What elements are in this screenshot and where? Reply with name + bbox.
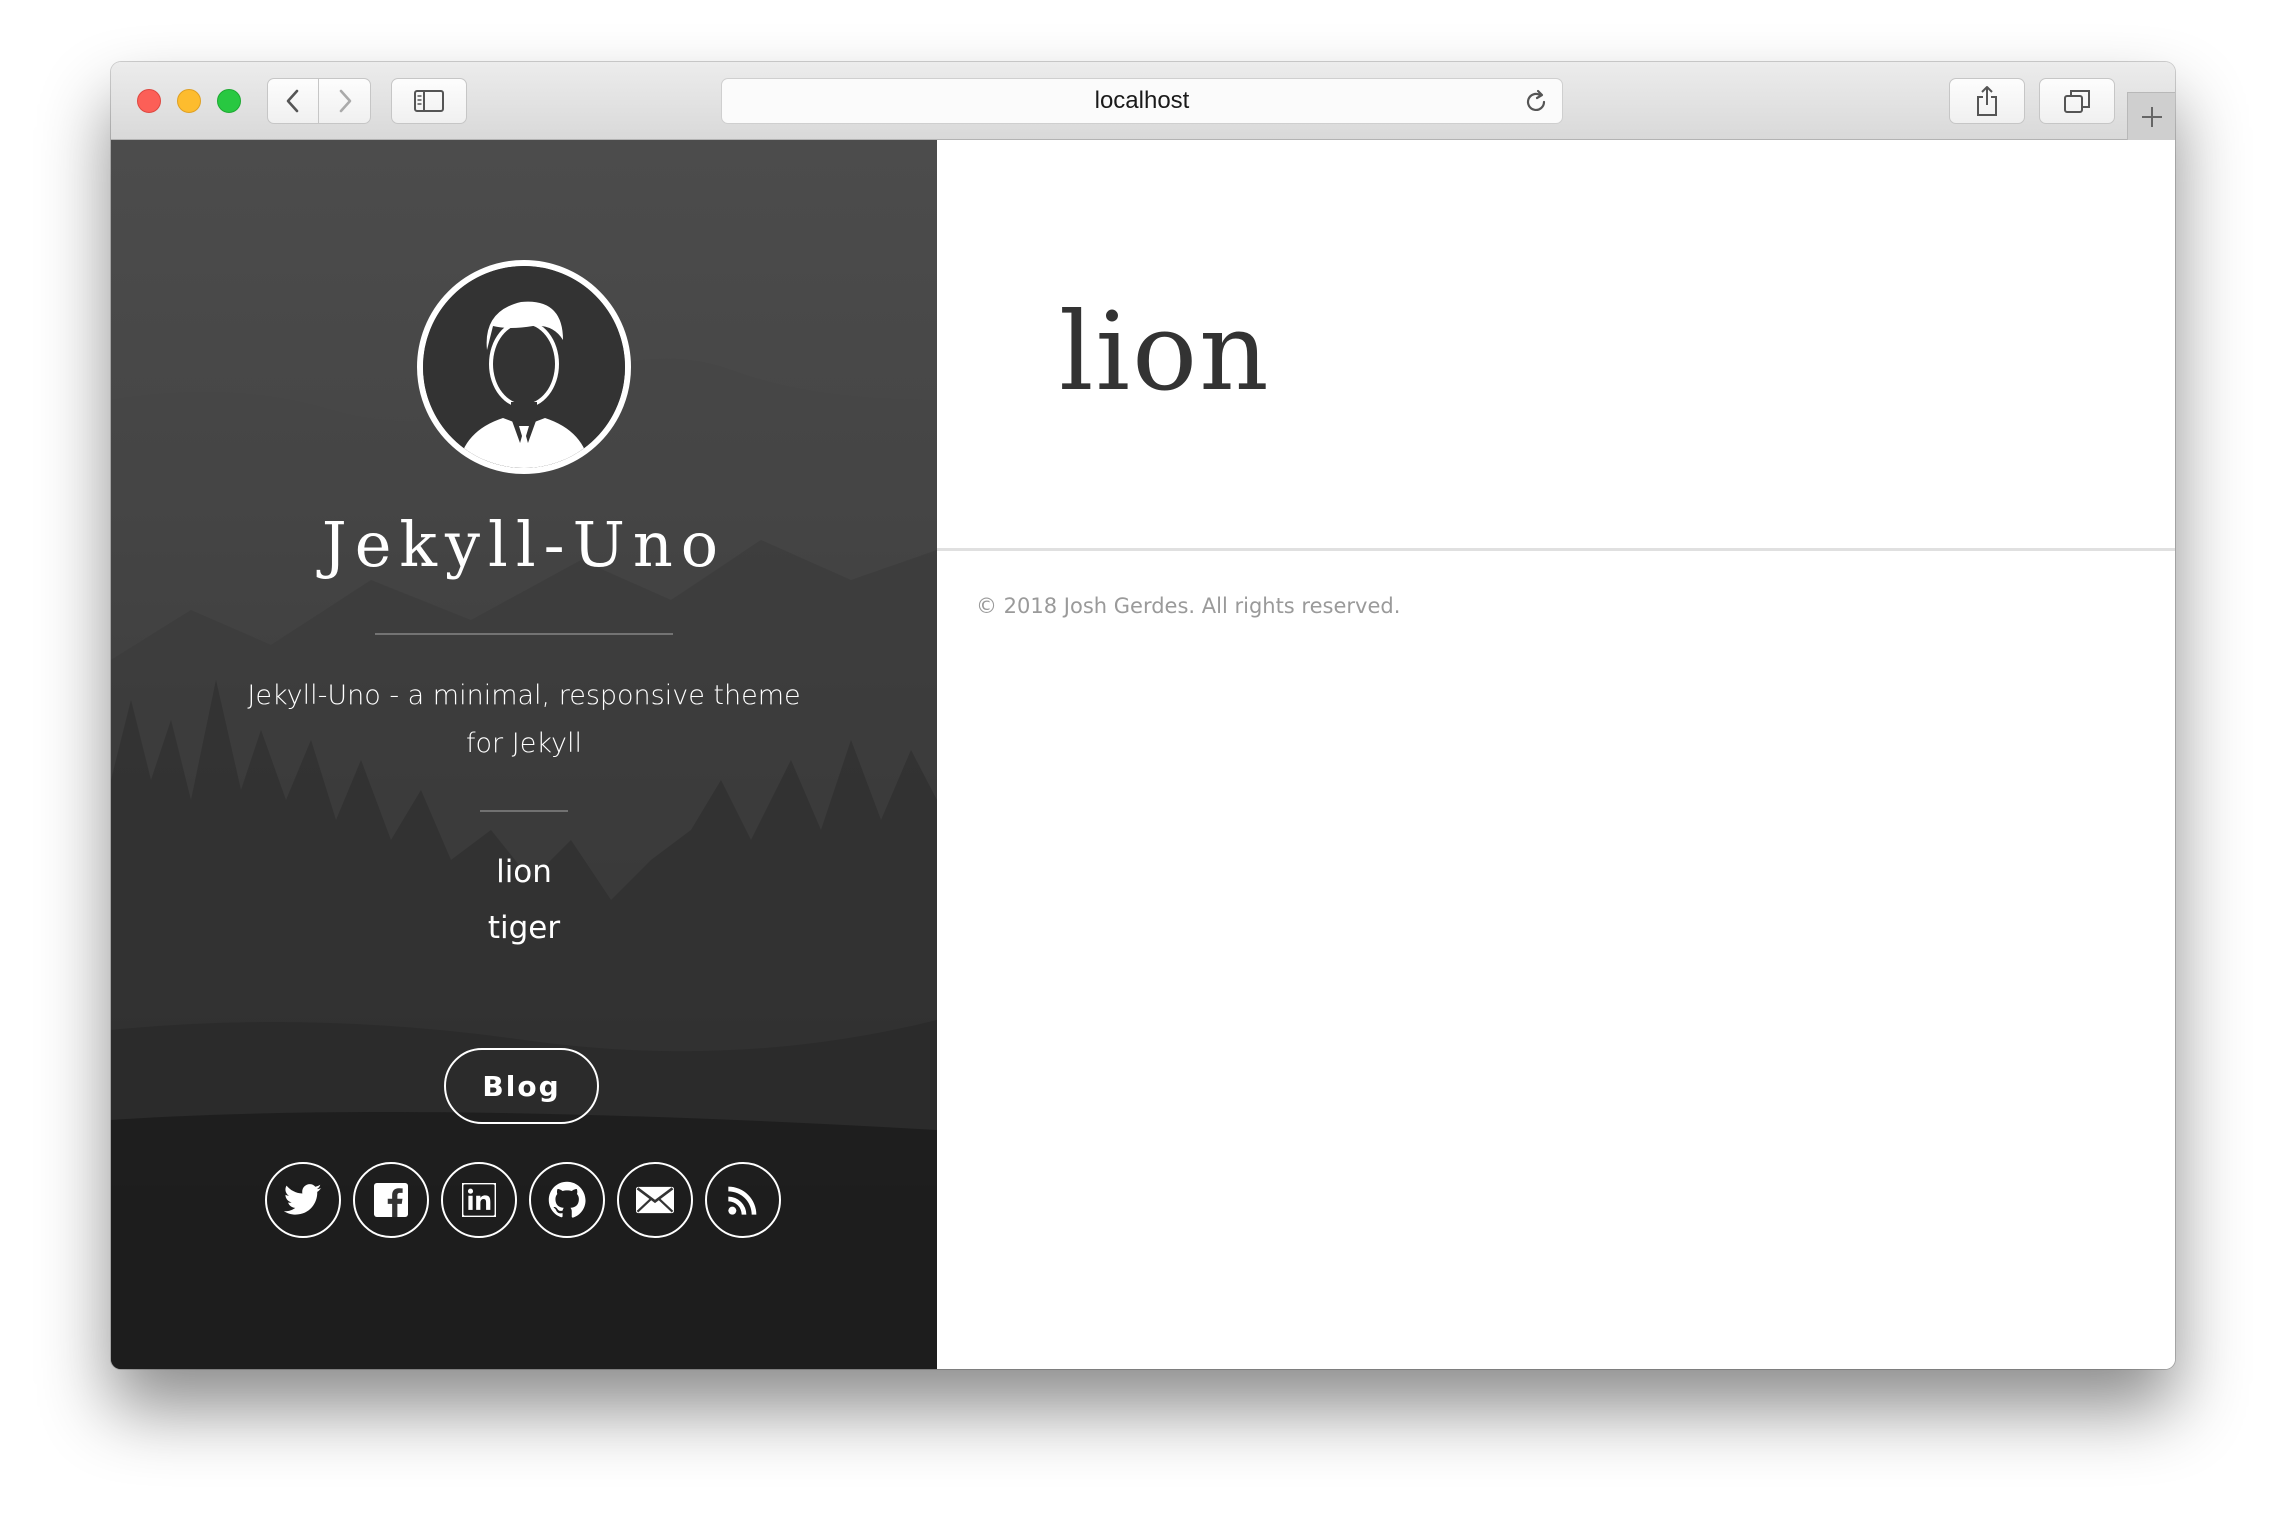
github-icon [548,1181,586,1218]
sidebar: Jekyll-Uno Jekyll-Uno - a minimal, respo… [111,140,937,1369]
url-text: localhost [1094,87,1190,114]
rss-link[interactable] [705,1162,781,1238]
address-bar[interactable]: localhost [721,78,1563,124]
twitter-link[interactable] [265,1162,341,1238]
close-window-button[interactable] [137,89,161,113]
linkedin-icon [462,1183,496,1217]
browser-toolbar: localhost [111,62,2175,140]
tagline-divider [480,810,568,812]
reload-icon[interactable] [1522,88,1550,116]
footer-copyright: © 2018 Josh Gerdes. All rights reserved. [976,594,1401,618]
blog-button[interactable]: Blog [444,1048,599,1124]
main-content: lion © 2018 Josh Gerdes. All rights rese… [937,140,2175,1369]
twitter-icon [284,1184,322,1215]
heading-divider [937,548,2175,551]
plus-icon [2141,106,2162,127]
page-heading: lion [1059,290,1271,415]
github-link[interactable] [529,1162,605,1238]
new-tab-button[interactable] [2127,92,2175,140]
linkedin-link[interactable] [441,1162,517,1238]
tabs-icon [2064,90,2090,113]
email-link[interactable] [617,1162,693,1238]
maximize-window-button[interactable] [217,89,241,113]
show-tabs-button[interactable] [2039,78,2115,124]
back-button[interactable] [267,78,319,124]
title-divider [375,633,673,635]
minimize-window-button[interactable] [177,89,201,113]
site-title[interactable]: Jekyll-Uno [111,508,937,581]
nav-link-tiger[interactable]: tiger [111,910,937,946]
browser-window: localhost Jekyll-Uno Jekyll-Uno - a mini… [111,62,2175,1369]
share-icon [1977,86,1997,116]
share-button[interactable] [1949,78,2025,124]
site-tagline: Jekyll-Uno - a minimal, responsive theme… [247,680,801,759]
facebook-icon [374,1183,408,1217]
nav-link-lion[interactable]: lion [111,854,937,890]
back-icon [286,89,299,113]
rss-icon [728,1186,757,1215]
email-icon [636,1186,674,1214]
history-navigation [267,78,371,124]
avatar [417,260,631,474]
sidebar-icon [414,90,444,112]
page-content: Jekyll-Uno Jekyll-Uno - a minimal, respo… [111,140,2175,1369]
sidebar-toggle-button[interactable] [391,78,467,124]
forward-button[interactable] [318,78,371,124]
forward-icon [339,89,351,113]
facebook-link[interactable] [353,1162,429,1238]
